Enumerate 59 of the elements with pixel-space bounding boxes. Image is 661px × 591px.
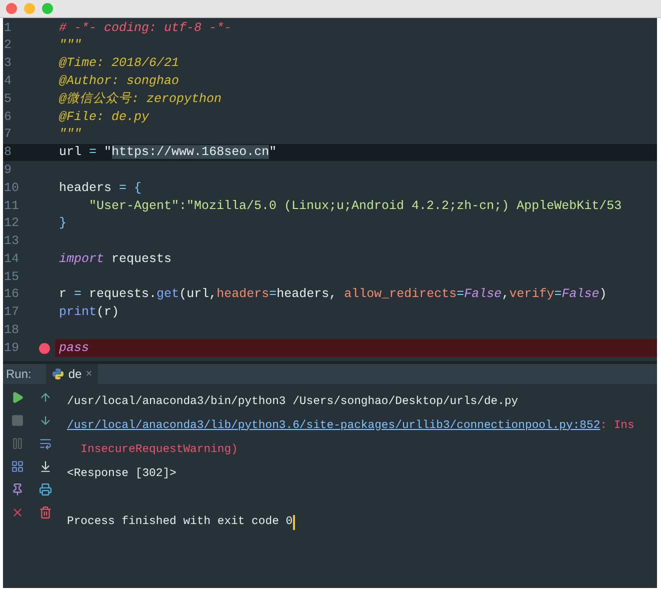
line-number: 10 — [3, 180, 20, 197]
trash-icon[interactable] — [38, 506, 52, 520]
code-line: @Author: songhao — [59, 72, 180, 90]
line-number: 14 — [3, 250, 20, 268]
close-window-button[interactable] — [6, 3, 17, 14]
code-line: url = "https://www.168seo.cn" — [59, 144, 277, 162]
code-line: @File: de.py — [59, 108, 150, 126]
wrap-icon[interactable] — [38, 437, 52, 450]
line-number: 13 — [3, 233, 20, 250]
code-line: "User-Agent":"Mozilla/5.0 (Linux;u;Android 4.2.2;zh-cn;) AppleWebKit/53 — [88, 198, 622, 214]
code-line: r = requests.get(url,headers=headers, allow_redirects=False,verify=False) — [59, 286, 607, 304]
line-number: 8 — [3, 144, 13, 162]
code-line: print(r) — [59, 304, 120, 322]
code-line: headers = { — [59, 180, 142, 197]
line-number: 1 — [3, 20, 13, 37]
arrow-down-icon[interactable] — [38, 414, 52, 428]
run-tab[interactable]: de × — [46, 364, 98, 384]
code-line: } — [59, 215, 67, 232]
line-number: 17 — [3, 304, 20, 322]
code-line: # -*- coding: utf-8 -*- — [59, 20, 232, 37]
line-number: 5 — [3, 90, 13, 108]
code-line: import requests — [59, 250, 172, 268]
line-number: 16 — [3, 286, 20, 304]
code-line: """ — [59, 126, 82, 144]
code-line: """ — [59, 37, 82, 54]
scroll-down-icon[interactable] — [38, 460, 52, 474]
line-number: 2 — [3, 37, 13, 54]
console-line: /usr/local/anaconda3/bin/python3 /Users/songhao/Desktop/urls/de.py — [67, 394, 518, 410]
line-number: 12 — [3, 215, 20, 232]
line-number: 7 — [3, 126, 13, 144]
print-icon[interactable] — [38, 483, 52, 496]
code-line: @微信公众号: zeropython — [59, 90, 222, 108]
layout-icon[interactable] — [10, 460, 24, 474]
play-icon[interactable] — [10, 391, 24, 404]
line-number: 18 — [3, 322, 20, 340]
console-line: InsecureRequestWarning) — [80, 442, 238, 458]
console-line: Process finished with exit code 0 — [67, 514, 293, 530]
pin-icon[interactable] — [10, 483, 24, 496]
python-logo-icon — [52, 368, 64, 380]
code-line: pass — [59, 340, 90, 357]
code-line: @Time: 2018/6/21 — [59, 55, 180, 72]
line-number: 3 — [3, 55, 13, 72]
line-number: 9 — [3, 162, 13, 179]
tab-label: de — [68, 366, 82, 384]
run-label: Run: — [5, 366, 32, 384]
close-icon[interactable] — [10, 506, 24, 520]
line-number: 19 — [3, 340, 20, 357]
line-number: 6 — [3, 108, 13, 126]
line-number: 15 — [3, 268, 20, 286]
line-number: 4 — [3, 72, 13, 90]
pause-icon[interactable] — [10, 437, 24, 450]
text-cursor — [292, 514, 295, 530]
breakpoint-icon[interactable] — [38, 342, 50, 354]
tab-close-button[interactable]: × — [86, 366, 92, 382]
line-number: 11 — [3, 198, 20, 214]
arrow-up-icon[interactable] — [38, 391, 52, 404]
console-line: /usr/local/anaconda3/lib/python3.6/site-packages/urllib3/connectionpool.py:852: Ins — [67, 418, 634, 434]
stop-icon[interactable] — [10, 414, 24, 428]
console-line: <Response [302]> — [67, 466, 176, 482]
